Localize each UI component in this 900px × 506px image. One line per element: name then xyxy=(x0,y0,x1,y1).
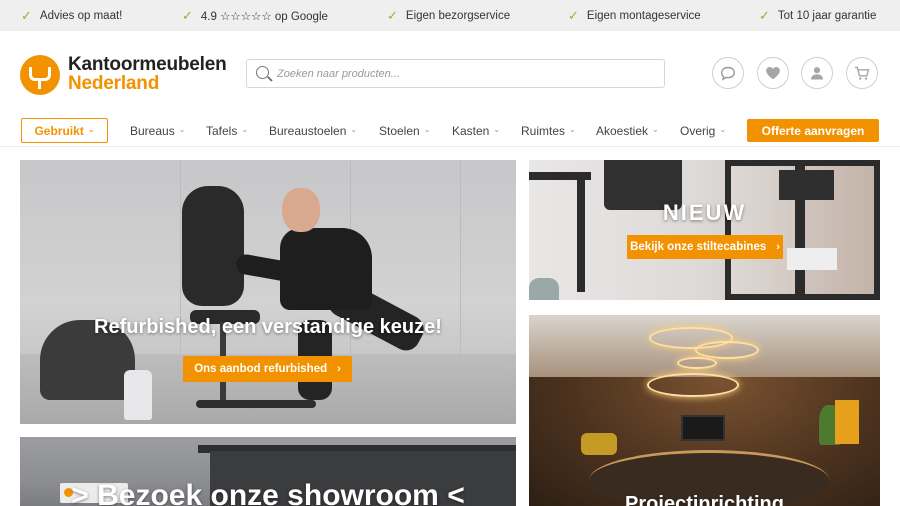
chevron-down-icon: ⌄ xyxy=(652,125,659,134)
nav-item-akoestiek[interactable]: Akoestiek ⌄ xyxy=(596,118,659,143)
offerte-button[interactable]: Offerte aanvragen xyxy=(747,119,879,142)
chevron-down-icon: ⌄ xyxy=(493,125,501,134)
nav-item-ruimtes[interactable]: Ruimtes ⌄ xyxy=(521,118,576,143)
user-icon[interactable] xyxy=(801,57,833,89)
cart-icon[interactable] xyxy=(846,57,878,89)
nieuw-cta-button[interactable]: Bekijk onze stiltecabines › xyxy=(627,235,783,259)
nav-item-tafels[interactable]: Tafels ⌄ xyxy=(206,118,248,143)
nav-item-label: Akoestiek xyxy=(596,123,649,138)
search-input[interactable] xyxy=(277,64,657,84)
search-icon[interactable] xyxy=(256,66,269,79)
usp-text: Eigen montageservice xyxy=(586,9,701,22)
spray-bottle-image xyxy=(124,370,152,420)
chat-icon[interactable] xyxy=(712,57,744,89)
nav-item-label: Bureaustoelen xyxy=(269,123,347,138)
usp-item: ✓ Eigen montageservice xyxy=(568,0,701,31)
chevron-down-icon: ⌄ xyxy=(423,125,431,134)
office-chair-image xyxy=(182,186,244,306)
nav-item-label: Bureaus xyxy=(130,123,175,138)
banner-projectinrichting[interactable]: Projectinrichting xyxy=(529,315,880,506)
banner-title: NIEUW xyxy=(662,200,747,225)
nav-item-bureaustoelen[interactable]: Bureaustoelen ⌄ xyxy=(269,118,357,143)
search-box xyxy=(246,59,665,88)
check-icon: ✓ xyxy=(387,7,398,23)
banner-nieuw[interactable]: NIEUW Bekijk onze stiltecabines › xyxy=(529,160,880,300)
tv-screen-image xyxy=(681,415,725,441)
nav-item-overig[interactable]: Overig ⌄ xyxy=(680,118,726,143)
check-icon: ✓ xyxy=(21,7,32,23)
banner-title: Refurbished, een verstandige keuze! xyxy=(94,316,442,338)
check-icon: ✓ xyxy=(759,7,770,23)
usp-text: Tot 10 jaar garantie xyxy=(777,9,877,22)
banner-refurbished[interactable]: Refurbished, een verstandige keuze! Ons … xyxy=(20,160,516,424)
nav-item-label: Stoelen xyxy=(379,123,420,138)
banner-showroom[interactable]: > Bezoek onze showroom < xyxy=(20,437,516,506)
nav-item-bureaus[interactable]: Bureaus ⌄ xyxy=(130,118,185,143)
nav-used-label: Gebruikt xyxy=(34,123,84,138)
usp-item: ✓ 4.9 ☆☆☆☆☆ op Google xyxy=(182,0,328,31)
check-icon: ✓ xyxy=(182,7,193,23)
nav-item-label: Tafels xyxy=(206,123,238,138)
usp-item: ✓ Eigen bezorgservice xyxy=(387,0,510,31)
nav-divider xyxy=(0,146,900,147)
usp-text: 4.9 ☆☆☆☆☆ op Google xyxy=(200,10,328,23)
chevron-down-icon: ⌄ xyxy=(350,125,358,134)
chair-logo-icon xyxy=(20,55,60,95)
usp-text: Eigen bezorgservice xyxy=(405,9,511,22)
nav-item-label: Ruimtes xyxy=(521,123,566,138)
chevron-down-icon: ⌄ xyxy=(87,125,95,134)
usp-text: Advies op maat! xyxy=(39,9,123,22)
logo-text-line2: Nederland xyxy=(68,73,160,94)
nav-used-button[interactable]: Gebruikt ⌄ xyxy=(21,118,108,143)
site-logo[interactable]: Kantoormeubelen Nederland xyxy=(20,53,230,97)
usp-bar: ✓ Advies op maat! ✓ 4.9 ☆☆☆☆☆ op Google ✓ E… xyxy=(0,0,900,31)
cta-label: Ons aanbod refurbished xyxy=(194,363,328,375)
chevron-down-icon: ⌄ xyxy=(241,125,249,134)
chevron-down-icon: ⌄ xyxy=(178,125,186,134)
refurbished-cta-button[interactable]: Ons aanbod refurbished › xyxy=(183,356,352,382)
chevron-right-icon: › xyxy=(337,363,341,375)
nav-item-label: Kasten xyxy=(452,123,490,138)
usp-item: ✓ Advies op maat! xyxy=(21,0,122,31)
chevron-right-icon: › xyxy=(776,241,780,253)
cta-label: Bekijk onze stiltecabines xyxy=(630,241,767,253)
chevron-down-icon: ⌄ xyxy=(719,125,727,134)
nav-item-label: Overig xyxy=(680,123,716,138)
nav-item-kasten[interactable]: Kasten ⌄ xyxy=(452,118,500,143)
chevron-down-icon: ⌄ xyxy=(569,125,576,134)
heart-icon[interactable] xyxy=(757,57,789,89)
check-icon: ✓ xyxy=(568,7,579,23)
usp-item: ✓ Tot 10 jaar garantie xyxy=(759,0,876,31)
nav-item-stoelen[interactable]: Stoelen ⌄ xyxy=(379,118,430,143)
banner-title: Projectinrichting xyxy=(625,493,784,506)
banner-title: > Bezoek onze showroom < xyxy=(71,479,465,506)
